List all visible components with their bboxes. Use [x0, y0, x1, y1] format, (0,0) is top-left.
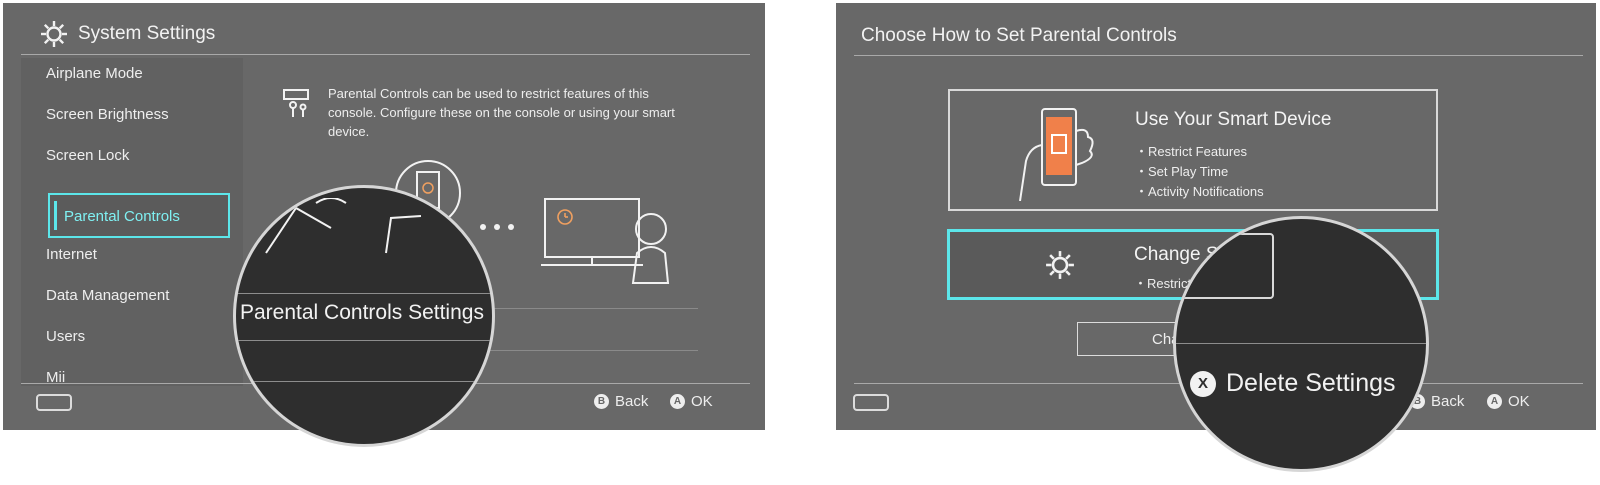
header-divider	[21, 54, 750, 55]
back-label: Back	[615, 393, 649, 410]
back-button[interactable]: B Back	[594, 393, 648, 410]
selection-indicator	[54, 201, 57, 230]
list-divider	[483, 350, 698, 351]
a-button-icon: A	[1487, 394, 1502, 409]
page-title: Choose How to Set Parental Controls	[861, 25, 1177, 46]
menu-divider	[236, 293, 492, 294]
parental-controls-description: Parental Controls can be used to restric…	[328, 86, 675, 139]
console-icon	[36, 394, 72, 411]
back-label: Back	[1431, 393, 1465, 410]
gear-icon	[1046, 251, 1074, 279]
footer-divider	[236, 381, 492, 382]
a-button-icon: A	[670, 394, 685, 409]
delete-settings-button[interactable]: X Delete Settings	[1190, 369, 1396, 398]
b-button-icon: B	[594, 394, 609, 409]
page-title: System Settings	[78, 23, 216, 44]
sidebar-item-airplane-mode[interactable]: Airplane Mode	[46, 65, 143, 82]
ok-button[interactable]: A OK	[1487, 393, 1530, 410]
console-icon	[853, 394, 889, 411]
footer-divider	[1176, 343, 1426, 344]
sidebar-item-data-management[interactable]: Data Management	[46, 287, 169, 304]
alarm-clock-icon	[557, 209, 573, 225]
header-divider	[854, 55, 1583, 56]
ok-button[interactable]: A OK	[670, 393, 713, 410]
smart-device-title: Use Your Smart Device	[1135, 109, 1332, 130]
bullet-activity-notifications: ・Activity Notifications	[1135, 184, 1264, 199]
parental-controls-icon	[283, 89, 309, 117]
zoom-magnifier-right: X Delete Settings	[1173, 216, 1429, 472]
hands-illustration	[265, 198, 422, 254]
sidebar-item-screen-brightness[interactable]: Screen Brightness	[46, 106, 169, 123]
sidebar-item-screen-lock[interactable]: Screen Lock	[46, 147, 129, 164]
bullet-restrict-features: ・Restrict Features	[1135, 144, 1247, 159]
zoom-magnifier-left: Parental Controls Settings	[233, 185, 495, 447]
menu-divider	[236, 340, 492, 341]
smartphone-icon	[1019, 108, 1094, 201]
delete-settings-label: Delete Settings	[1226, 369, 1396, 397]
ok-label: OK	[1508, 393, 1530, 410]
selected-option-edge	[1176, 233, 1274, 299]
sidebar-item-users[interactable]: Users	[46, 328, 85, 345]
gear-icon	[41, 21, 67, 47]
sidebar-item-label: Parental Controls	[64, 208, 180, 225]
x-button-icon: X	[1190, 370, 1216, 397]
use-smart-device-option[interactable]: Use Your Smart Device ・Restrict Features…	[948, 89, 1438, 211]
console-illustration	[480, 198, 670, 284]
sidebar-item-parental-controls[interactable]: Parental Controls	[48, 193, 230, 238]
bullet-set-play-time: ・Set Play Time	[1135, 164, 1229, 179]
sidebar-item-internet[interactable]: Internet	[46, 246, 97, 263]
ok-label: OK	[691, 393, 713, 410]
list-divider	[483, 308, 698, 309]
parental-controls-settings-item[interactable]: Parental Controls Settings	[240, 301, 484, 325]
